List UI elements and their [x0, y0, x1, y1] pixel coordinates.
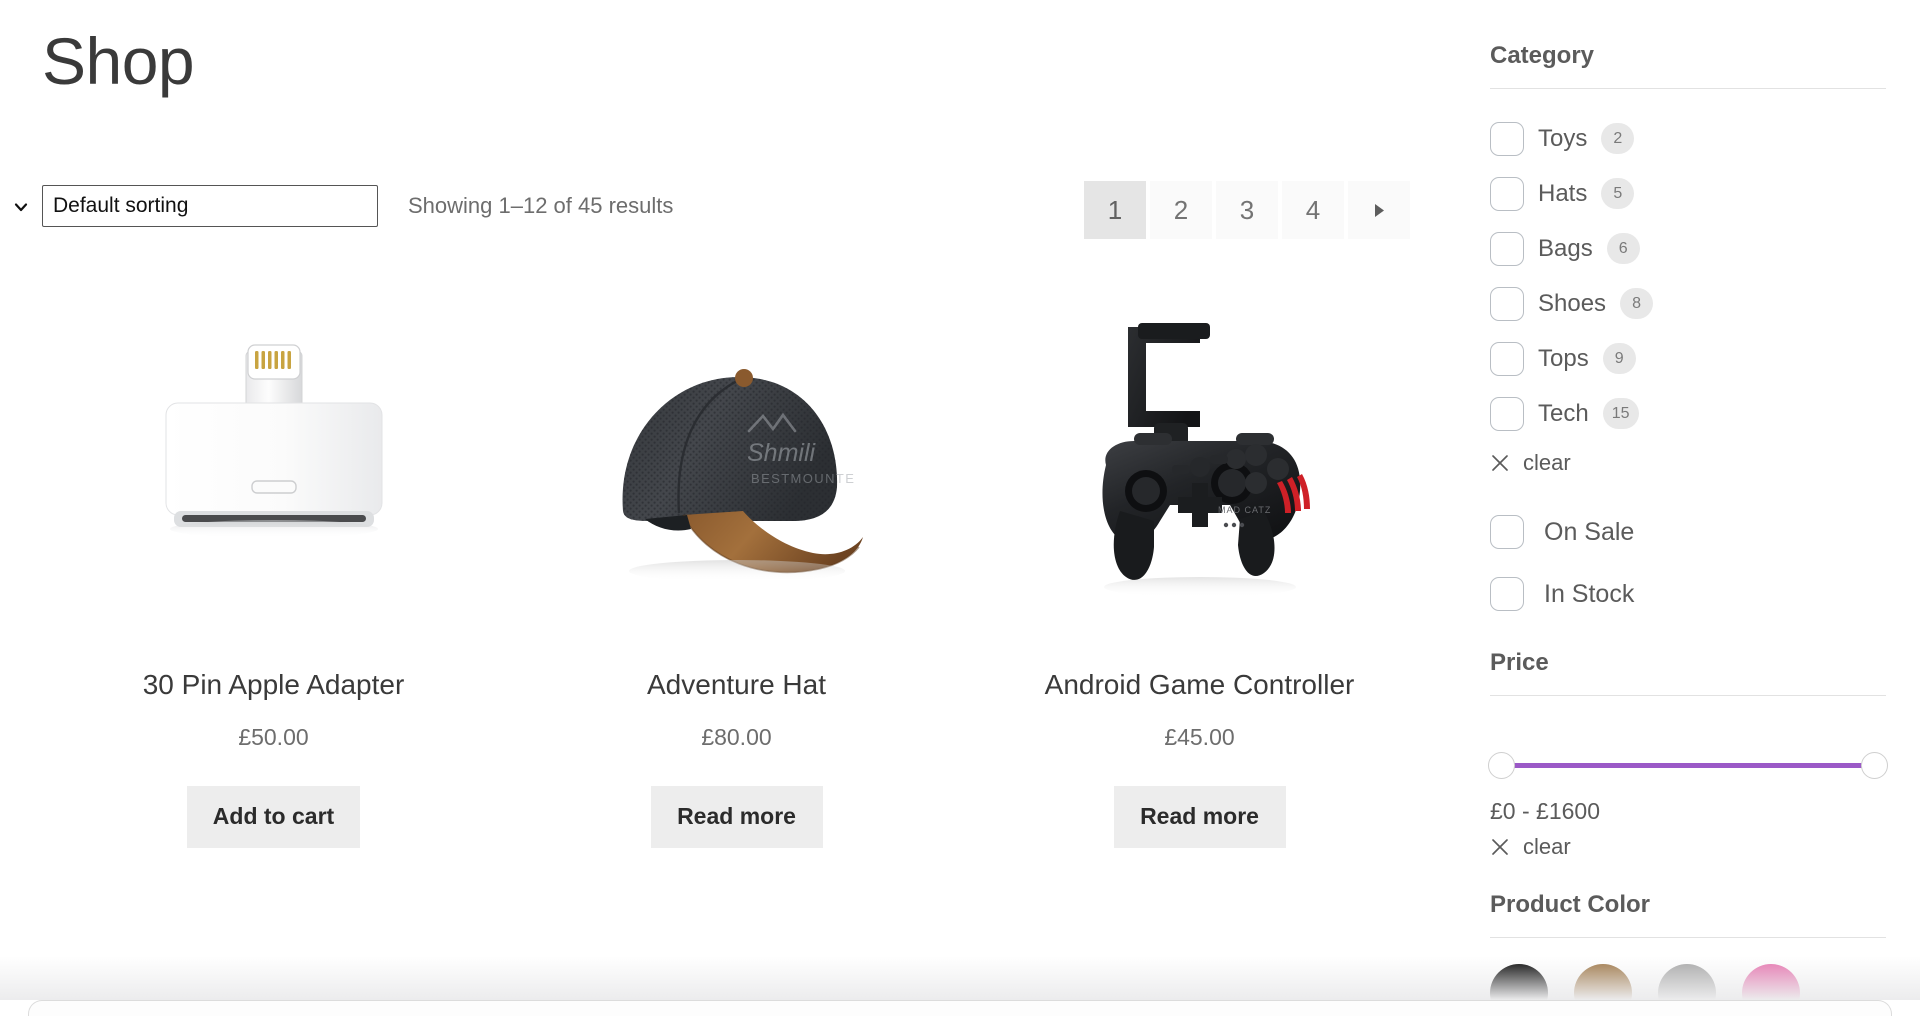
- checkbox-bags[interactable]: [1490, 231, 1524, 266]
- checkbox-hats[interactable]: [1490, 176, 1524, 211]
- category-item-tops[interactable]: Tops 9: [1490, 331, 1694, 386]
- product-grid: 30 Pin Apple Adapter £50.00 Add to cart: [42, 300, 1432, 848]
- product-title[interactable]: Android Game Controller: [1045, 668, 1355, 702]
- price-slider-min-handle[interactable]: [1488, 752, 1515, 779]
- read-more-button[interactable]: Read more: [650, 785, 823, 848]
- category-label-hats: Hats: [1538, 179, 1588, 207]
- pagination-page-3[interactable]: 3: [1216, 181, 1278, 239]
- category-label-bags: Bags: [1538, 234, 1593, 262]
- shop-main-column: Shop Default sorting Showing 1–12 of 45 …: [0, 0, 1460, 1016]
- product-card[interactable]: MAD CATZ Android Game Controller £45.00 …: [968, 300, 1431, 848]
- category-count-hats: 5: [1601, 178, 1635, 209]
- price-clear-label: clear: [1523, 834, 1571, 859]
- category-count-tops: 9: [1602, 343, 1636, 374]
- close-x-icon: [1492, 455, 1508, 471]
- product-price: £45.00: [1164, 723, 1235, 750]
- category-label-tops: Tops: [1538, 344, 1589, 372]
- category-label-tech: Tech: [1538, 399, 1589, 427]
- product-title[interactable]: 30 Pin Apple Adapter: [143, 668, 405, 702]
- read-more-button[interactable]: Read more: [1113, 785, 1286, 848]
- category-count-tech: 15: [1602, 398, 1639, 429]
- category-label-shoes: Shoes: [1538, 289, 1607, 317]
- price-widget-title: Price: [1490, 649, 1549, 676]
- category-item-tech[interactable]: Tech 15: [1490, 386, 1694, 441]
- availability-filter-widget: On Sale In Stock: [1490, 501, 1920, 625]
- add-to-cart-button[interactable]: Add to cart: [186, 785, 361, 848]
- price-slider-track[interactable]: [1500, 763, 1876, 768]
- product-color-divider: [1490, 937, 1886, 938]
- page-title: Shop: [42, 24, 195, 98]
- category-clear-link[interactable]: clear: [1490, 441, 1920, 485]
- price-divider: [1490, 695, 1886, 696]
- price-slider-max-handle[interactable]: [1861, 752, 1888, 779]
- adventure-hat-image[interactable]: Shmili BESTMOUNTE: [572, 300, 902, 630]
- svg-text:MAD CATZ: MAD CATZ: [1218, 505, 1271, 515]
- next-page-arrow-icon: [1374, 203, 1384, 217]
- product-card[interactable]: 30 Pin Apple Adapter £50.00 Add to cart: [42, 300, 505, 848]
- checkbox-on-sale[interactable]: [1490, 515, 1524, 549]
- filter-in-stock[interactable]: In Stock: [1490, 563, 1920, 625]
- category-clear-label: clear: [1523, 450, 1571, 475]
- android-game-controller-image[interactable]: MAD CATZ: [1035, 300, 1365, 630]
- price-clear-link[interactable]: clear: [1490, 825, 1920, 869]
- category-label-toys: Toys: [1538, 124, 1588, 152]
- category-item-bags[interactable]: Bags 6: [1490, 221, 1694, 276]
- svg-text:BESTMOUNTE: BESTMOUNTE: [751, 471, 855, 486]
- filter-label-on-sale: On Sale: [1544, 517, 1635, 546]
- category-widget-title: Category: [1490, 42, 1595, 69]
- price-filter-widget: Price £0 - £1600 clear: [1488, 649, 1920, 869]
- product-price: £50.00: [238, 723, 309, 750]
- product-card[interactable]: Shmili BESTMOUNTE Adventure Hat £80.00 R…: [505, 300, 968, 848]
- pagination-next-button[interactable]: [1348, 181, 1410, 239]
- checkbox-tops[interactable]: [1490, 341, 1524, 376]
- pagination: 1 2 3 4: [1084, 181, 1410, 239]
- category-count-shoes: 8: [1620, 288, 1654, 319]
- product-price: £80.00: [701, 723, 772, 750]
- category-item-shoes[interactable]: Shoes 8: [1490, 276, 1694, 331]
- category-filter-widget: Category Toys 2 Hats 5 Bags 6 Shoes 8 To…: [1490, 42, 1920, 485]
- product-color-filter-widget: Product Color: [1490, 891, 1920, 1016]
- close-x-icon: [1492, 839, 1508, 855]
- shop-toolbar: Default sorting Showing 1–12 of 45 resul…: [14, 181, 1422, 239]
- svg-text:Shmili: Shmili: [747, 439, 817, 467]
- price-range-slider[interactable]: [1488, 750, 1888, 780]
- bottom-sticky-panel[interactable]: [28, 1000, 1892, 1016]
- chevron-down-icon: [14, 203, 28, 212]
- filter-on-sale[interactable]: On Sale: [1490, 501, 1920, 563]
- category-count-toys: 2: [1601, 123, 1635, 154]
- checkbox-tech[interactable]: [1490, 396, 1524, 431]
- sort-select[interactable]: Default sorting: [42, 185, 378, 227]
- filter-label-in-stock: In Stock: [1544, 579, 1635, 608]
- result-count: Showing 1–12 of 45 results: [408, 193, 674, 218]
- checkbox-toys[interactable]: [1490, 121, 1524, 156]
- pagination-page-4[interactable]: 4: [1282, 181, 1344, 239]
- price-range-text: £0 - £1600: [1490, 798, 1600, 824]
- pagination-page-2[interactable]: 2: [1150, 181, 1212, 239]
- shop-page: Shop Default sorting Showing 1–12 of 45 …: [0, 0, 1920, 1016]
- pagination-page-1[interactable]: 1: [1084, 181, 1146, 239]
- apple-30-pin-adapter-image[interactable]: [109, 300, 439, 630]
- category-checkbox-grid: Toys 2 Hats 5 Bags 6 Shoes 8 Tops 9 Tech…: [1490, 89, 1890, 441]
- checkbox-in-stock[interactable]: [1490, 577, 1524, 611]
- product-title[interactable]: Adventure Hat: [647, 668, 826, 702]
- category-item-toys[interactable]: Toys 2: [1490, 111, 1694, 166]
- checkbox-shoes[interactable]: [1490, 286, 1524, 321]
- product-color-widget-title: Product Color: [1490, 891, 1650, 918]
- filter-sidebar: Category Toys 2 Hats 5 Bags 6 Shoes 8 To…: [1488, 0, 1920, 1016]
- category-count-bags: 6: [1606, 233, 1640, 264]
- category-item-hats[interactable]: Hats 5: [1490, 166, 1694, 221]
